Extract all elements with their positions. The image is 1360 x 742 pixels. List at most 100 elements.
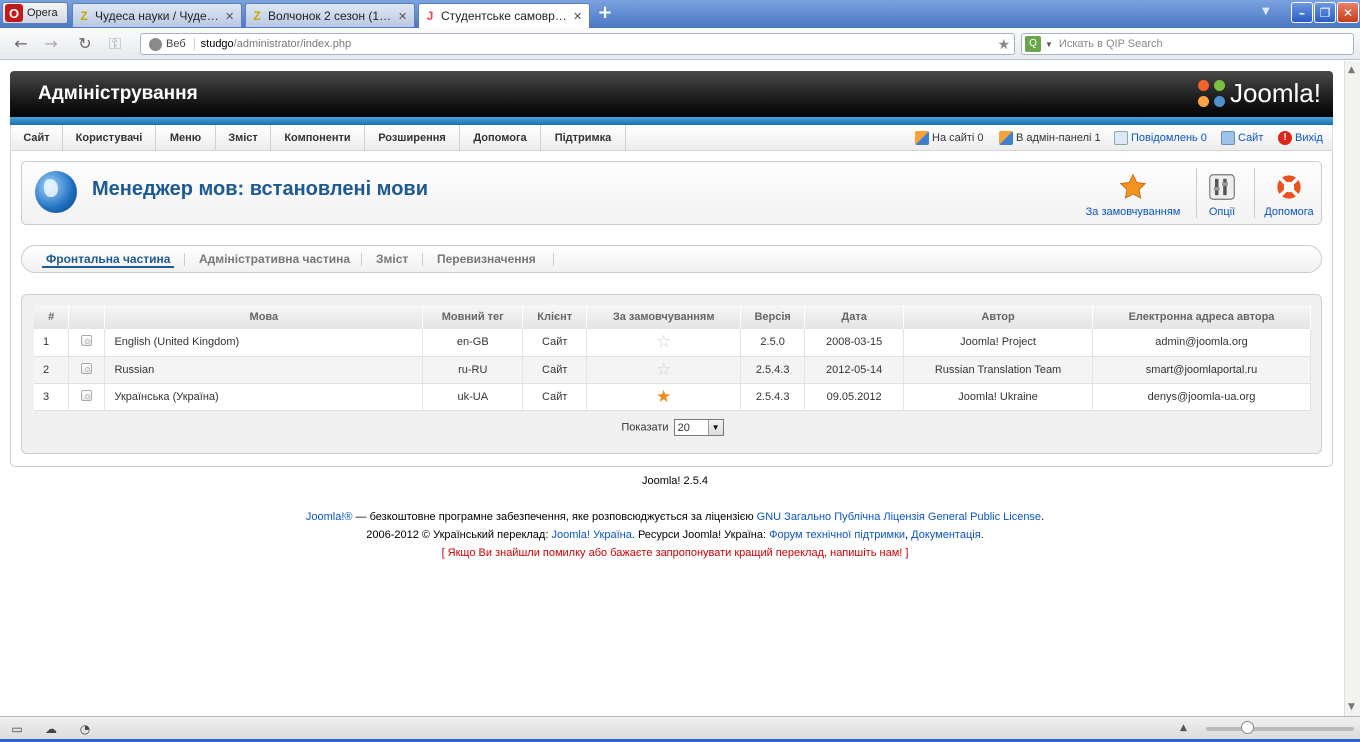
back-arrow-icon[interactable]: ←: [12, 35, 30, 53]
status-messages-link[interactable]: Повідомлень 0: [1114, 125, 1207, 151]
opera-unite-cloud-icon[interactable]: ☁: [44, 722, 58, 736]
joomla-logo-text: Joomla!: [1229, 78, 1321, 108]
row-select-cell: [68, 383, 106, 411]
tab-favicon-icon: J: [426, 9, 434, 23]
gpl-license-link[interactable]: GNU Загально Публічна Ліцензія General P…: [757, 511, 1041, 523]
menu-item-support[interactable]: Підтримка: [541, 125, 626, 151]
tab-close-icon[interactable]: ✕: [398, 10, 410, 23]
window-minimize-button[interactable]: –: [1291, 2, 1313, 23]
tab-admin-languages[interactable]: Адміністративна частина: [185, 246, 364, 272]
tab-close-icon[interactable]: ✕: [225, 10, 237, 23]
pager-limit-select[interactable]: 20 ▼: [673, 419, 724, 436]
row-number: 3: [34, 383, 70, 411]
column-header-default[interactable]: За замовчуванням: [586, 305, 742, 329]
languages-table: # Мова Мовний тег Клієнт За замовчування…: [34, 305, 1311, 411]
address-web-badge[interactable]: Веб: [166, 38, 195, 50]
tab-label: Волчонок 2 сезон (1 - 3 …: [268, 8, 394, 23]
tab-label: Чудеса науки / Чудерн…: [95, 8, 221, 23]
search-engine-chevron-down-icon[interactable]: ▼: [1045, 40, 1053, 49]
status-logout-text: Вихід: [1295, 132, 1323, 144]
joomla-logo: Joomla!: [1197, 78, 1321, 109]
tab-site-languages[interactable]: Фронтальна частина: [32, 246, 184, 272]
logout-icon: !: [1278, 131, 1292, 145]
row-author: Joomla! Project: [903, 329, 1093, 357]
row-date: 2008-03-15: [804, 329, 905, 357]
menu-item-content[interactable]: Зміст: [216, 125, 271, 151]
window-close-button[interactable]: ✕: [1337, 2, 1359, 23]
row-radio[interactable]: [81, 389, 93, 401]
reload-icon[interactable]: ↻: [76, 35, 94, 53]
column-header-author-email[interactable]: Електронна адреса автора: [1092, 305, 1311, 329]
column-header-tag[interactable]: Мовний тег: [422, 305, 524, 329]
menu-item-users[interactable]: Користувачі: [63, 125, 156, 151]
toolbar-divider: [1196, 168, 1197, 218]
tab-close-icon[interactable]: ✕: [573, 10, 585, 23]
row-date: 2012-05-14: [804, 356, 905, 384]
column-header-language[interactable]: Мова: [104, 305, 424, 329]
status-site-link[interactable]: Сайт: [1221, 125, 1263, 151]
joomla-version: Joomla! 2.5.4: [641, 475, 709, 487]
forward-arrow-icon[interactable]: →: [42, 35, 60, 53]
column-header-number[interactable]: #: [34, 305, 70, 329]
joomla-link[interactable]: Joomla!®: [306, 511, 353, 523]
zoom-slider[interactable]: [1206, 727, 1354, 731]
menu-item-help[interactable]: Допомога: [460, 125, 541, 151]
menu-item-components[interactable]: Компоненти: [271, 125, 365, 151]
status-site-text: Сайт: [1238, 132, 1264, 144]
panel-toggle-icon[interactable]: ▭: [10, 722, 24, 736]
row-date: 09.05.2012: [804, 383, 905, 411]
row-email: denys@joomla-ua.org: [1092, 383, 1311, 411]
options-button[interactable]: Опції: [1200, 168, 1244, 220]
zoom-menu-icon[interactable]: ▲: [1180, 723, 1187, 733]
menu-item-extensions[interactable]: Розширення: [365, 125, 460, 151]
tab-list-chevron-down-icon[interactable]: ▼: [1262, 6, 1270, 17]
tab-overrides[interactable]: Перевизначення: [423, 246, 550, 272]
help-button[interactable]: Допомога: [1260, 168, 1318, 220]
bookmark-star-icon[interactable]: ★: [997, 36, 1010, 53]
opera-menu-button[interactable]: O Opera: [2, 2, 68, 24]
documentation-link[interactable]: Документація: [911, 529, 981, 541]
window-maximize-button[interactable]: ❐: [1314, 2, 1336, 23]
browser-tab-1[interactable]: Z Чудеса науки / Чудерн… ✕: [72, 3, 242, 27]
qip-search-icon[interactable]: Q: [1025, 36, 1041, 52]
globe-icon: [149, 37, 162, 51]
menu-item-menus[interactable]: Меню: [156, 125, 216, 151]
search-input[interactable]: Q ▼ Искать в QIP Search: [1021, 33, 1354, 55]
key-icon[interactable]: ⚿: [106, 35, 124, 53]
status-on-site: На сайті 0: [915, 125, 984, 151]
tab-content-languages[interactable]: Зміст: [362, 246, 422, 272]
column-header-author[interactable]: Автор: [903, 305, 1093, 329]
row-default-cell: ★: [586, 383, 742, 411]
scroll-down-icon[interactable]: ▼: [1348, 702, 1355, 712]
row-radio[interactable]: [81, 362, 93, 374]
speed-dial-gauge-icon[interactable]: ◔: [78, 722, 92, 736]
table-header-row: # Мова Мовний тег Клієнт За замовчування…: [34, 305, 1311, 329]
column-header-version[interactable]: Версія: [740, 305, 806, 329]
row-select-cell: [68, 329, 106, 357]
address-toolbar: ← → ↻ ⚿ Веб studgo /administrator/index.…: [0, 28, 1360, 60]
column-header-date[interactable]: Дата: [804, 305, 905, 329]
row-author: Joomla! Ukraine: [903, 383, 1093, 411]
zoom-slider-handle[interactable]: [1241, 721, 1254, 734]
menu-item-site[interactable]: Сайт: [11, 125, 63, 151]
joomla-ukraine-link[interactable]: Joomla! Україна: [551, 529, 631, 541]
browser-tab-2[interactable]: Z Волчонок 2 сезон (1 - 3 … ✕: [245, 3, 415, 27]
tab-favicon-icon: Z: [253, 8, 261, 23]
license-text: — безкоштовне програмне забезпечення, як…: [352, 511, 757, 523]
default-star-off-icon[interactable]: ☆: [656, 333, 671, 350]
row-tag: ru-RU: [422, 356, 524, 384]
browser-tab-3[interactable]: J Студентське самовряд… ✕: [418, 3, 590, 28]
vertical-scrollbar[interactable]: ▲ ▼: [1344, 61, 1360, 716]
status-logout-link[interactable]: ! Вихід: [1278, 125, 1323, 151]
scroll-up-icon[interactable]: ▲: [1348, 65, 1355, 75]
address-input[interactable]: Веб studgo /administrator/index.php ★: [140, 33, 1015, 55]
column-header-client[interactable]: Клієнт: [522, 305, 588, 329]
row-radio[interactable]: [81, 335, 93, 347]
set-default-button[interactable]: За замовчуванням: [1080, 168, 1186, 220]
default-star-off-icon[interactable]: ☆: [656, 361, 671, 378]
row-language: Українська (Україна): [104, 383, 424, 411]
support-forum-link[interactable]: Форум технічної підтримки: [769, 529, 905, 541]
new-tab-button[interactable]: +: [596, 4, 614, 23]
report-translation-link[interactable]: [ Якщо Ви знайшли помилку або бажаєте за…: [0, 544, 1350, 562]
status-on-site-text: На сайті 0: [932, 132, 984, 144]
